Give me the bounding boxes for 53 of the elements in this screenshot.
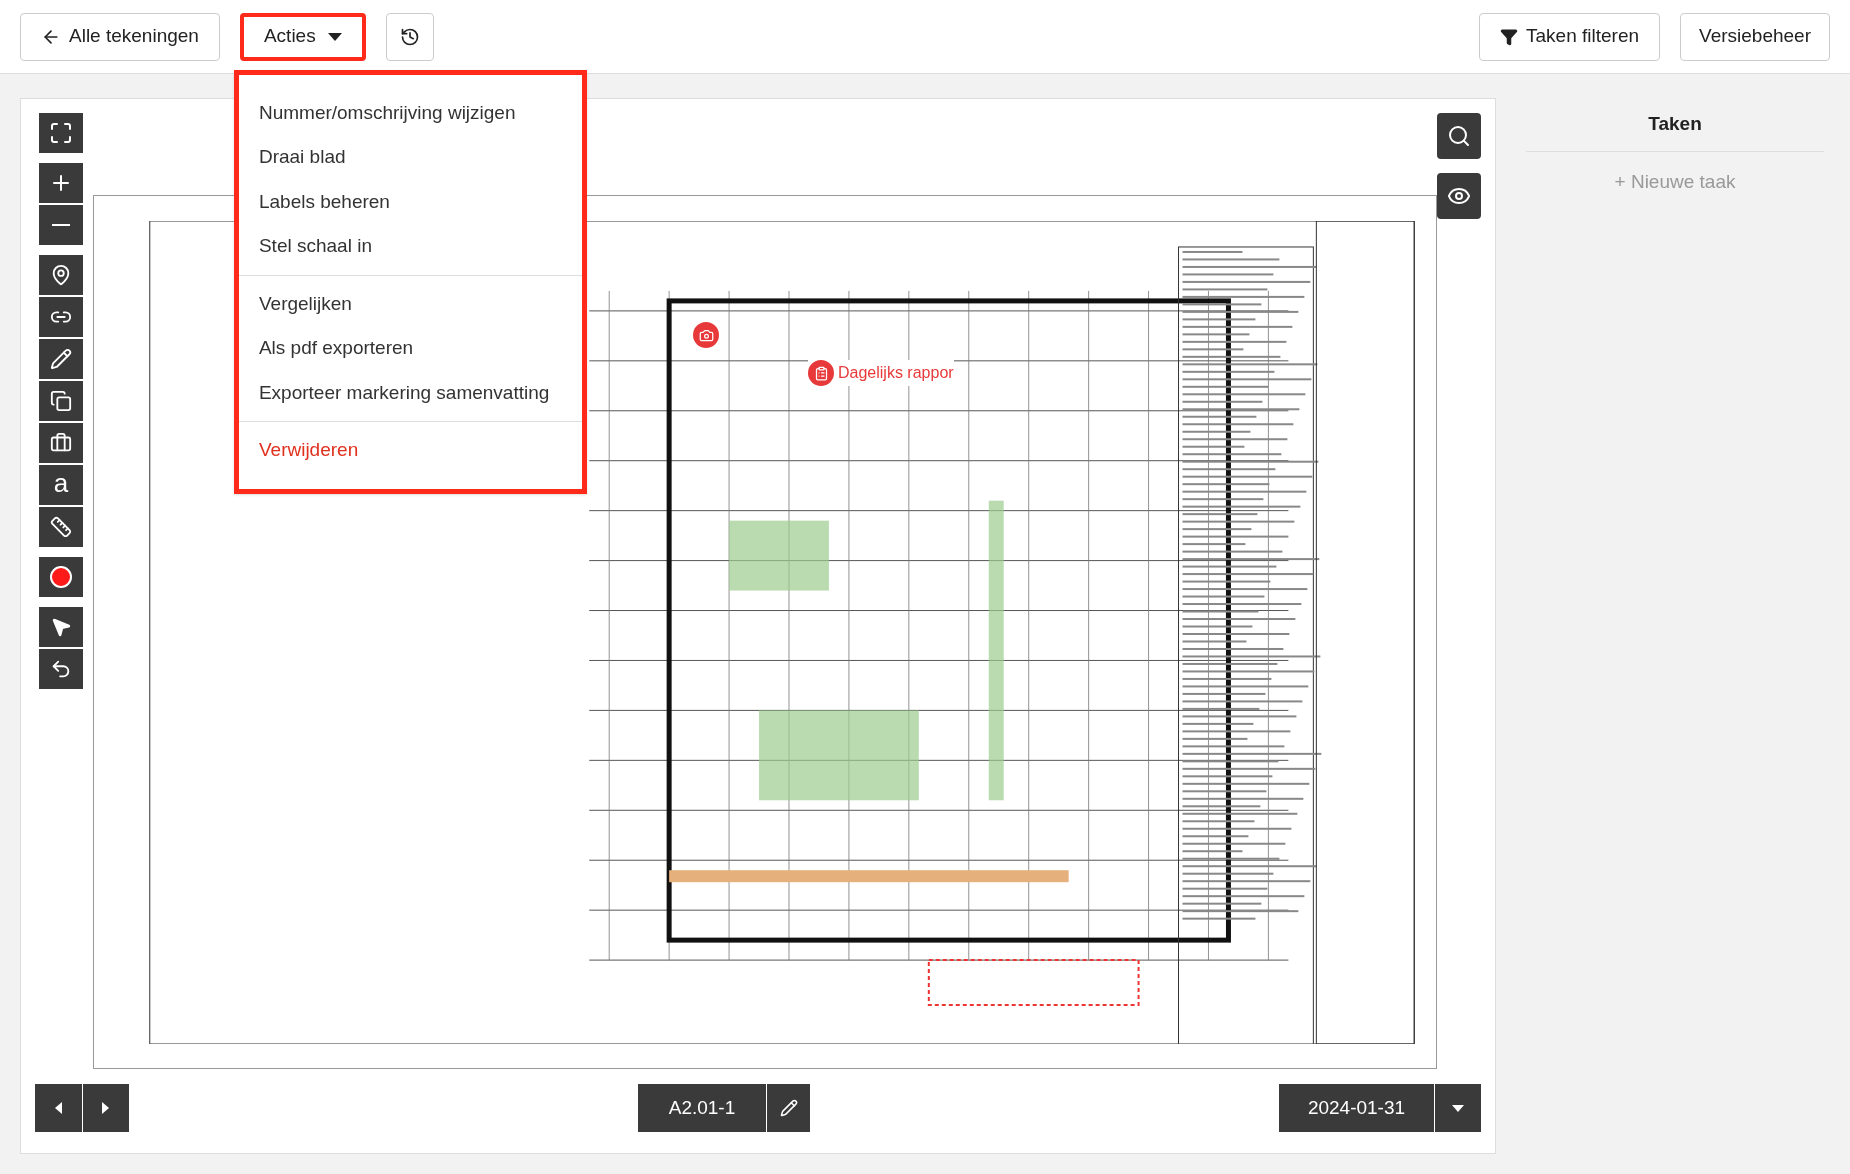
- menu-item[interactable]: Als pdf exporteren: [238, 326, 582, 371]
- actions-button[interactable]: Acties: [239, 12, 366, 61]
- pen-tool-button[interactable]: [39, 339, 83, 379]
- menu-item[interactable]: Exporteer markering samenvatting: [238, 370, 582, 415]
- undo-button[interactable]: [39, 649, 83, 689]
- caret-icon: [327, 32, 342, 41]
- sheet-number-button[interactable]: A2.01-1: [638, 1084, 766, 1132]
- briefcase-tool-button[interactable]: [39, 423, 83, 463]
- briefcase-icon: [50, 432, 72, 454]
- select-tool-button[interactable]: [39, 607, 83, 647]
- ruler-icon: [50, 516, 72, 538]
- pointer-icon: [50, 616, 72, 638]
- color-button[interactable]: [39, 557, 83, 597]
- edit-sheet-button[interactable]: [767, 1084, 810, 1132]
- visibility-button[interactable]: [1437, 173, 1481, 219]
- search-button[interactable]: [1437, 113, 1481, 159]
- versions-button[interactable]: Versiebeheer: [1680, 12, 1830, 61]
- triangle-left-icon: [54, 1102, 62, 1114]
- history-icon: [399, 26, 420, 47]
- next-sheet-button[interactable]: [82, 1084, 129, 1132]
- clipboard-markup-icon[interactable]: [808, 360, 834, 386]
- undo-icon: [50, 658, 72, 680]
- pin-tool-button[interactable]: [39, 255, 83, 295]
- search-icon: [1447, 124, 1471, 148]
- zoom-out-button[interactable]: [39, 205, 83, 245]
- tasks-title: Taken: [1526, 98, 1824, 152]
- minus-icon: [52, 224, 70, 226]
- menu-item[interactable]: Labels beheren: [238, 179, 582, 224]
- pin-icon: [50, 264, 72, 286]
- triangle-right-icon: [102, 1102, 110, 1114]
- pencil-icon: [779, 1099, 798, 1117]
- zoom-in-button[interactable]: [39, 163, 83, 203]
- history-button[interactable]: [385, 12, 434, 61]
- menu-item[interactable]: Vergelijken: [238, 281, 582, 326]
- text-tool-button[interactable]: a: [39, 465, 83, 505]
- back-button[interactable]: Alle tekeningen: [20, 12, 220, 61]
- menu-item[interactable]: Verwijderen: [238, 428, 582, 473]
- color-swatch-icon: [50, 566, 72, 588]
- pencil-icon: [50, 348, 72, 370]
- fullscreen-button[interactable]: [39, 113, 83, 153]
- letter-a-icon: a: [53, 470, 69, 500]
- fullscreen-icon: [49, 121, 73, 145]
- filter-tasks-button[interactable]: Taken filteren: [1479, 12, 1661, 61]
- filter-icon: [1500, 27, 1518, 46]
- menu-item[interactable]: Nummer/omschrijving wijzigen: [238, 90, 582, 135]
- caret-icon: [1452, 1104, 1464, 1112]
- version-date-button[interactable]: 2024-01-31: [1279, 1084, 1434, 1132]
- copy-icon: [50, 390, 72, 412]
- link-tool-button[interactable]: [39, 297, 83, 337]
- menu-item[interactable]: Stel schaal in: [238, 224, 582, 269]
- menu-item[interactable]: Draai blad: [238, 135, 582, 180]
- copy-tool-button[interactable]: [39, 381, 83, 421]
- measure-tool-button[interactable]: [39, 507, 83, 547]
